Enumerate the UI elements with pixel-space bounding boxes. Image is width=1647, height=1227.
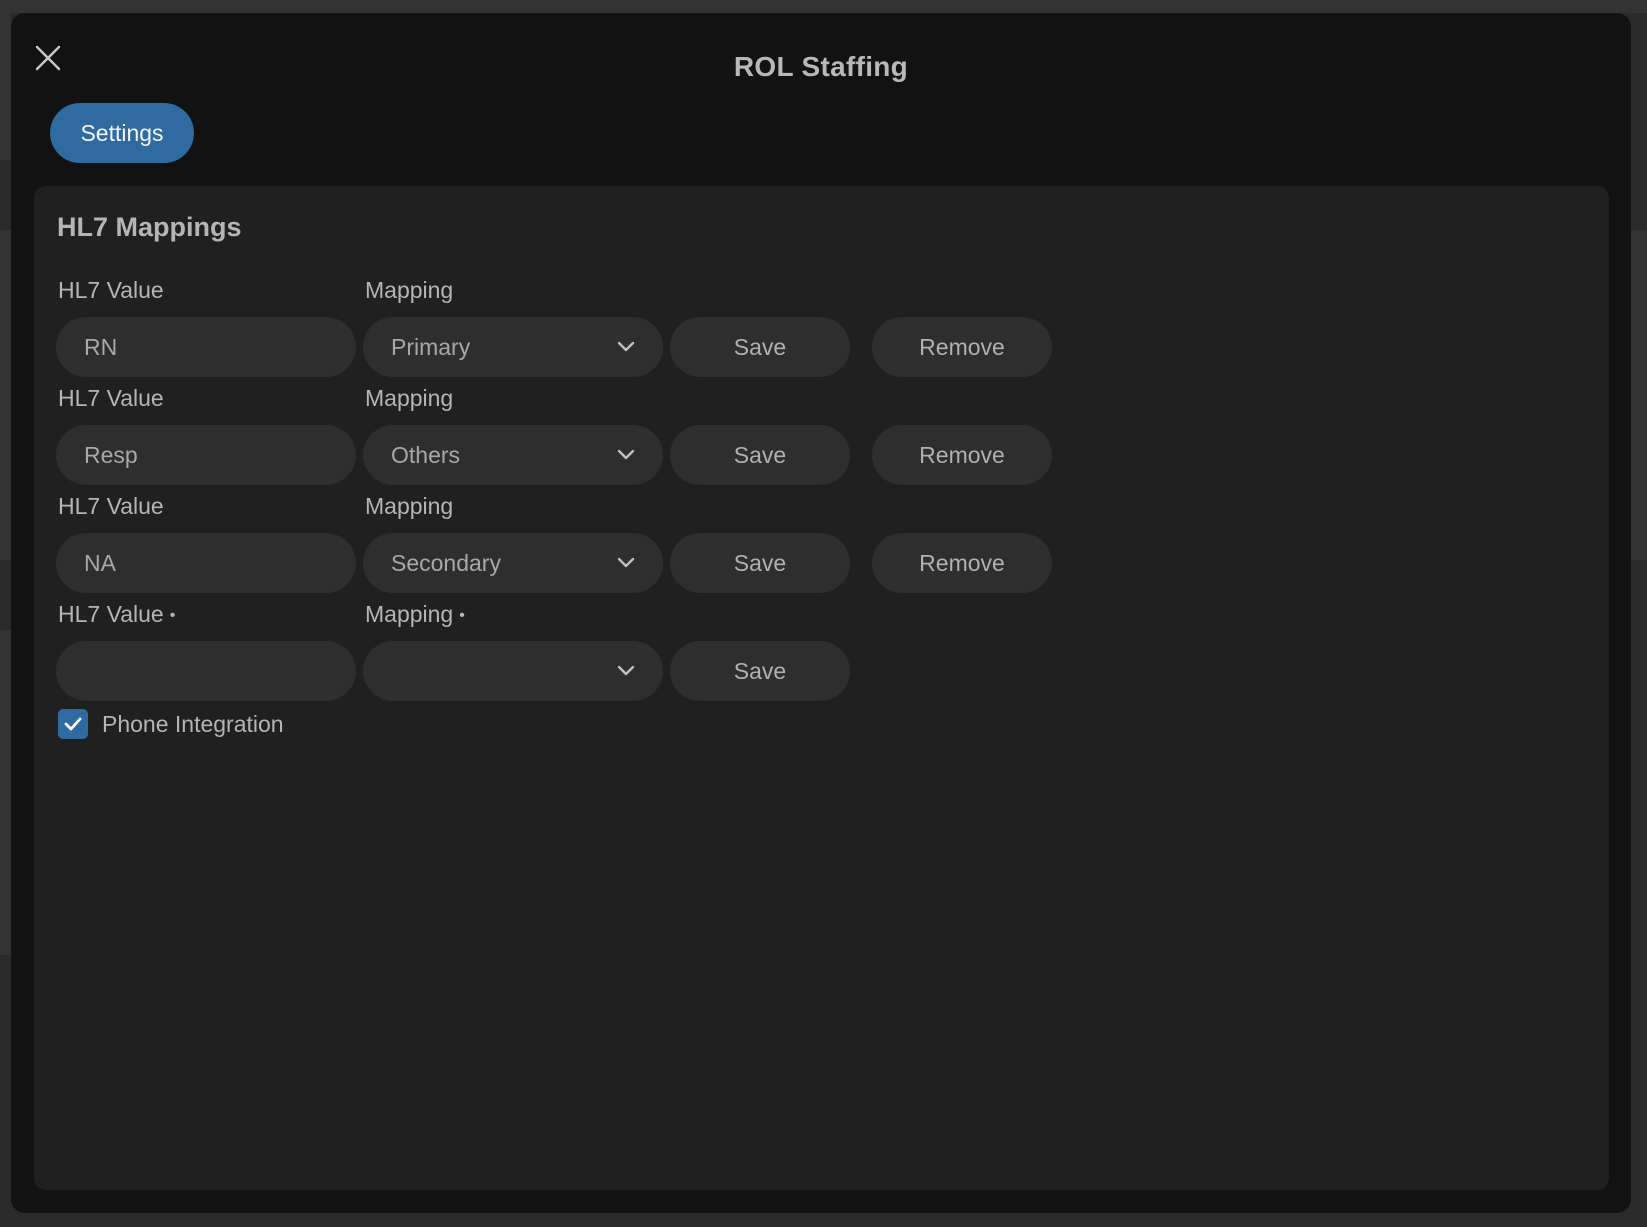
mapping-selected-value: Others [391, 441, 461, 468]
hl7-value-text: NA [84, 549, 116, 576]
hl7-value-input[interactable]: NA [56, 533, 356, 593]
phone-integration-option: Phone Integration [58, 709, 284, 739]
new-mapping-select[interactable] [363, 641, 663, 701]
required-marker: • [169, 606, 176, 624]
mapping-selected-value: Secondary [391, 549, 501, 576]
hl7-value-input[interactable]: RN [56, 317, 356, 377]
hl7-value-label: HL7 Value [58, 277, 164, 303]
chevron-down-icon [617, 449, 635, 460]
new-hl7-value-input[interactable] [56, 641, 356, 701]
mapping-row: HL7 Value Mapping RN Primary Save Remove [34, 277, 1134, 377]
chevron-down-icon [617, 665, 635, 676]
mapping-label: Mapping • [365, 601, 465, 627]
remove-button[interactable]: Remove [872, 425, 1052, 485]
save-new-button[interactable]: Save [670, 641, 850, 701]
section-title: HL7 Mappings [57, 212, 242, 242]
mapping-select[interactable]: Primary [363, 317, 663, 377]
background-page [0, 0, 1647, 13]
phone-integration-label: Phone Integration [102, 710, 284, 737]
required-marker: • [459, 606, 465, 624]
mapping-select[interactable]: Others [363, 425, 663, 485]
hl7-value-input[interactable]: Resp [56, 425, 356, 485]
modal-title: ROL Staffing [733, 51, 909, 82]
mapping-label: Mapping [365, 385, 454, 411]
background-card [0, 630, 11, 955]
hl7-value-label: HL7 Value • [58, 601, 176, 627]
remove-button[interactable]: Remove [872, 317, 1052, 377]
checkmark-icon [64, 717, 82, 731]
hl7-value-text: RN [84, 333, 118, 360]
settings-modal: ROL Staffing Settings HL7 Mappings HL7 V… [11, 13, 1631, 1213]
background-card [0, 230, 11, 560]
hl7-value-label: HL7 Value [58, 385, 164, 411]
tab-settings[interactable]: Settings [50, 103, 194, 163]
hl7-mappings-panel: HL7 Mappings HL7 Value Mapping RN Primar… [34, 186, 1609, 1190]
mapping-row: HL7 Value Mapping NA Secondary Save Remo… [34, 493, 1134, 593]
hl7-value-label: HL7 Value [58, 493, 164, 519]
remove-button[interactable]: Remove [872, 533, 1052, 593]
chevron-down-icon [617, 557, 635, 568]
hl7-value-text: Resp [84, 441, 138, 468]
phone-integration-checkbox[interactable] [58, 709, 88, 739]
mapping-label: Mapping [365, 277, 454, 303]
save-button[interactable]: Save [670, 317, 850, 377]
background-card [0, 0, 11, 160]
save-button[interactable]: Save [670, 425, 850, 485]
mapping-row: HL7 Value Mapping Resp Others Save Remov… [34, 385, 1134, 485]
new-mapping-row: HL7 Value • Mapping • Save [34, 601, 1134, 701]
background-card [1631, 230, 1647, 560]
mapping-label: Mapping [365, 493, 454, 519]
mapping-selected-value: Primary [391, 333, 471, 360]
save-button[interactable]: Save [670, 533, 850, 593]
chevron-down-icon [617, 341, 635, 352]
mapping-select[interactable]: Secondary [363, 533, 663, 593]
